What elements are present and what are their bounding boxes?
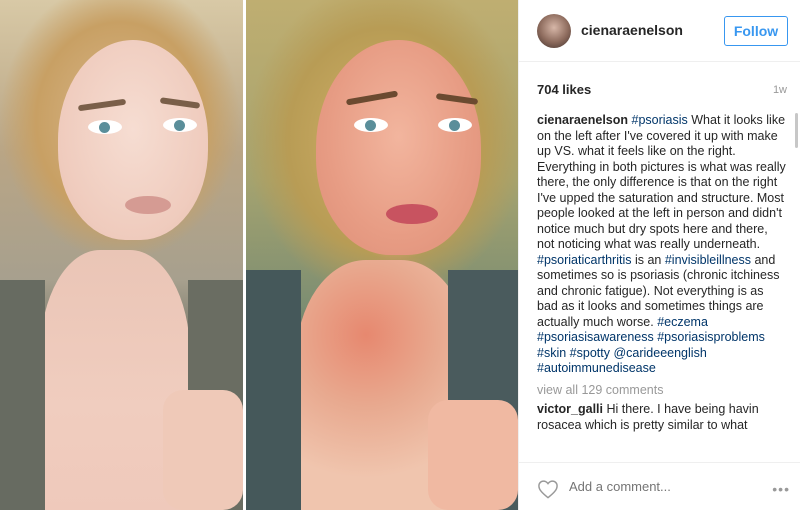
lips <box>386 204 438 224</box>
photo-after <box>246 0 518 510</box>
post-image[interactable] <box>0 0 518 510</box>
hashtag[interactable]: #psoriasisawareness <box>537 330 654 344</box>
follow-button[interactable]: Follow <box>724 16 788 46</box>
eye <box>438 118 472 132</box>
timestamp[interactable]: 1w <box>773 84 787 96</box>
hashtag[interactable]: #spotty <box>570 346 610 360</box>
hashtag[interactable]: #psoriasis <box>632 113 688 127</box>
comment-author[interactable]: victor_galli <box>537 402 603 416</box>
mention[interactable]: @carideeenglish <box>613 346 706 360</box>
jacket <box>0 280 45 510</box>
hashtag[interactable]: #autoimmunedisease <box>537 361 656 375</box>
eye <box>354 118 388 132</box>
caption-author[interactable]: cienaraenelson <box>537 113 628 127</box>
caption: cienaraenelson #psoriasis What it looks … <box>537 113 787 377</box>
view-all-comments-link[interactable]: view all 129 comments <box>537 383 787 399</box>
comments-scrollbar[interactable] <box>795 113 798 148</box>
jacket <box>246 270 301 510</box>
comments-list: cienaraenelson #psoriasis What it looks … <box>537 113 787 455</box>
hashtag[interactable]: #eczema <box>657 315 708 329</box>
photo-before <box>0 0 243 510</box>
hashtag[interactable]: #psoriasisproblems <box>657 330 765 344</box>
caption-text: is an <box>631 252 665 267</box>
post-meta: 704 likes 1w <box>537 82 787 102</box>
eye <box>88 120 122 134</box>
add-comment-input[interactable] <box>569 479 729 494</box>
caption-text: What it looks like on the left after I'v… <box>537 113 786 251</box>
hand <box>163 390 243 510</box>
hand <box>428 400 518 510</box>
comment-bar: ••• <box>519 462 800 510</box>
post-header: cienaraenelson Follow <box>519 0 800 62</box>
post-sidebar: cienaraenelson Follow 704 likes 1w ciena… <box>519 0 800 510</box>
hashtag[interactable]: #psoriaticarthritis <box>537 253 631 267</box>
hashtag[interactable]: #skin <box>537 346 566 360</box>
lips <box>125 196 171 214</box>
eye <box>163 118 197 132</box>
more-options-icon[interactable]: ••• <box>772 481 790 497</box>
avatar[interactable] <box>537 14 571 48</box>
username[interactable]: cienaraenelson <box>581 22 683 38</box>
hashtag[interactable]: #invisibleillness <box>665 253 751 267</box>
likes-count[interactable]: 704 likes <box>537 82 591 97</box>
heart-icon[interactable] <box>537 479 559 499</box>
comment-item: victor_galli Hi there. I have being havi… <box>537 402 787 433</box>
